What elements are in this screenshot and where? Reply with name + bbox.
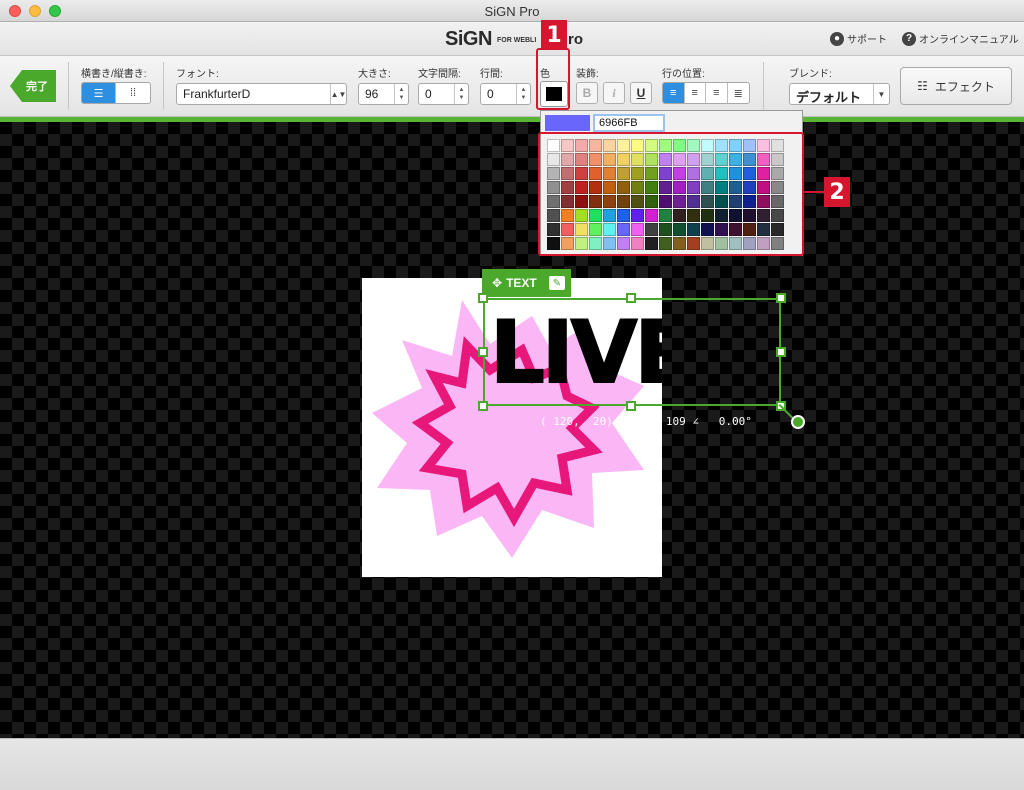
decoration-buttons: B i U <box>576 82 652 104</box>
leading-value: 0 <box>487 87 494 101</box>
italic-button[interactable]: i <box>603 82 625 104</box>
size-stepper[interactable]: 96 ▲ ▼ <box>358 83 409 105</box>
align-justify-icon: ≣ <box>733 87 743 100</box>
sliders-icon: ☷ <box>917 79 928 93</box>
callout-badge-1: 1 <box>541 20 567 50</box>
bold-button[interactable]: B <box>576 82 598 104</box>
resize-handle-left[interactable] <box>478 347 488 357</box>
leading-label: 行間: <box>480 69 503 80</box>
callout-badge-2: 2 <box>824 177 850 207</box>
horizontal-text-icon: ☰ <box>93 87 104 100</box>
bottom-bar <box>0 738 1024 790</box>
text-tag-label: TEXT <box>506 276 537 290</box>
align-center-button[interactable]: ≡ <box>685 83 706 103</box>
stepper-arrows-icon[interactable]: ▲ ▼ <box>454 84 468 104</box>
text-object-tag[interactable]: ✥ TEXT ✎ <box>482 269 571 297</box>
chevron-down-icon: ▼ <box>873 84 889 104</box>
resize-handle-bottom[interactable] <box>626 401 636 411</box>
blend-label: ブレンド: <box>789 69 832 80</box>
current-color-preview <box>545 115 590 131</box>
callout-box-palette <box>538 132 804 256</box>
underline-button[interactable]: U <box>630 82 652 104</box>
app-logo-sub: FOR WEBLI <box>497 37 537 44</box>
manual-link[interactable]: ? オンラインマニュアル <box>902 31 1019 46</box>
alignment-buttons: ≡ ≡ ≡ ≣ <box>662 82 750 104</box>
orientation-label: 横書き/縦書き: <box>81 69 147 80</box>
window-title: SiGN Pro <box>484 4 540 19</box>
stepper-arrows-icon[interactable]: ▲ ▼ <box>394 84 408 104</box>
help-icon: ? <box>902 31 916 46</box>
support-label: サポート <box>847 35 887 46</box>
resize-handle-top[interactable] <box>626 293 636 303</box>
font-label: フォント: <box>176 69 219 80</box>
toolbar-divider <box>163 62 164 110</box>
align-center-icon: ≡ <box>691 87 698 99</box>
line-spacing-stepper[interactable]: 0 ▲ ▼ <box>480 83 531 105</box>
app-logo: SiGN <box>445 28 492 50</box>
font-select[interactable]: FrankfurterD ▲▼ <box>176 83 347 105</box>
size-label: 大きさ: <box>358 69 391 80</box>
pencil-icon[interactable]: ✎ <box>549 276 565 290</box>
align-left-button[interactable]: ≡ <box>663 83 685 103</box>
align-justify-button[interactable]: ≣ <box>728 83 749 103</box>
app-logo-pro: ro <box>568 31 583 48</box>
selection-box[interactable] <box>483 298 781 406</box>
vertical-text-button[interactable]: ⁞⁞ <box>116 83 150 103</box>
blend-value: デフォルト <box>796 90 862 105</box>
callout-line-2 <box>804 191 824 193</box>
user-icon: ● <box>830 31 844 46</box>
resize-handle-top-left[interactable] <box>478 293 488 303</box>
transform-info: ( 120, 20) 300 x 109 ∠ 0.00° <box>540 415 752 428</box>
manual-label: オンラインマニュアル <box>919 35 1019 46</box>
hex-color-input[interactable]: 6966FB <box>593 114 665 132</box>
align-label: 行の位置: <box>662 69 705 80</box>
align-right-button[interactable]: ≡ <box>706 83 728 103</box>
chevron-down-icon: ▲▼ <box>330 84 346 104</box>
resize-handle-top-right[interactable] <box>776 293 786 303</box>
align-left-icon: ≡ <box>670 87 677 99</box>
resize-handle-right[interactable] <box>776 347 786 357</box>
font-value: FrankfurterD <box>183 87 251 101</box>
align-right-icon: ≡ <box>713 87 720 99</box>
blend-select[interactable]: デフォルト ▼ <box>789 83 890 105</box>
callout-box-color-button <box>536 48 570 110</box>
title-bar: SiGN Pro <box>0 0 1024 22</box>
spacing-value: 0 <box>425 87 432 101</box>
app-header: SiGN FOR WEBLI ro ● サポート ? オンラインマニュアル <box>0 22 1024 56</box>
effect-button[interactable]: ☷ エフェクト <box>900 67 1012 105</box>
decoration-label: 装飾: <box>576 69 599 80</box>
move-icon: ✥ <box>492 276 503 290</box>
done-button[interactable]: 完了 <box>10 70 56 102</box>
toolbar-divider <box>68 62 69 110</box>
resize-handle-bottom-left[interactable] <box>478 401 488 411</box>
horizontal-text-button[interactable]: ☰ <box>82 83 117 103</box>
vertical-text-icon: ⁞⁞ <box>129 87 137 99</box>
orientation-toggle: ☰ ⁞⁞ <box>81 82 151 104</box>
support-link[interactable]: ● サポート <box>830 31 887 46</box>
toolbar-divider <box>763 62 764 110</box>
text-toolbar: 完了 横書き/縦書き: ☰ ⁞⁞ フォント: FrankfurterD ▲▼ 大… <box>0 56 1024 117</box>
size-value: 96 <box>365 87 379 101</box>
stepper-arrows-icon[interactable]: ▲ ▼ <box>516 84 530 104</box>
letter-spacing-stepper[interactable]: 0 ▲ ▼ <box>418 83 469 105</box>
effect-label: エフェクト <box>934 79 995 94</box>
rotation-handle[interactable] <box>791 415 805 429</box>
spacing-label: 文字間隔: <box>418 69 461 80</box>
